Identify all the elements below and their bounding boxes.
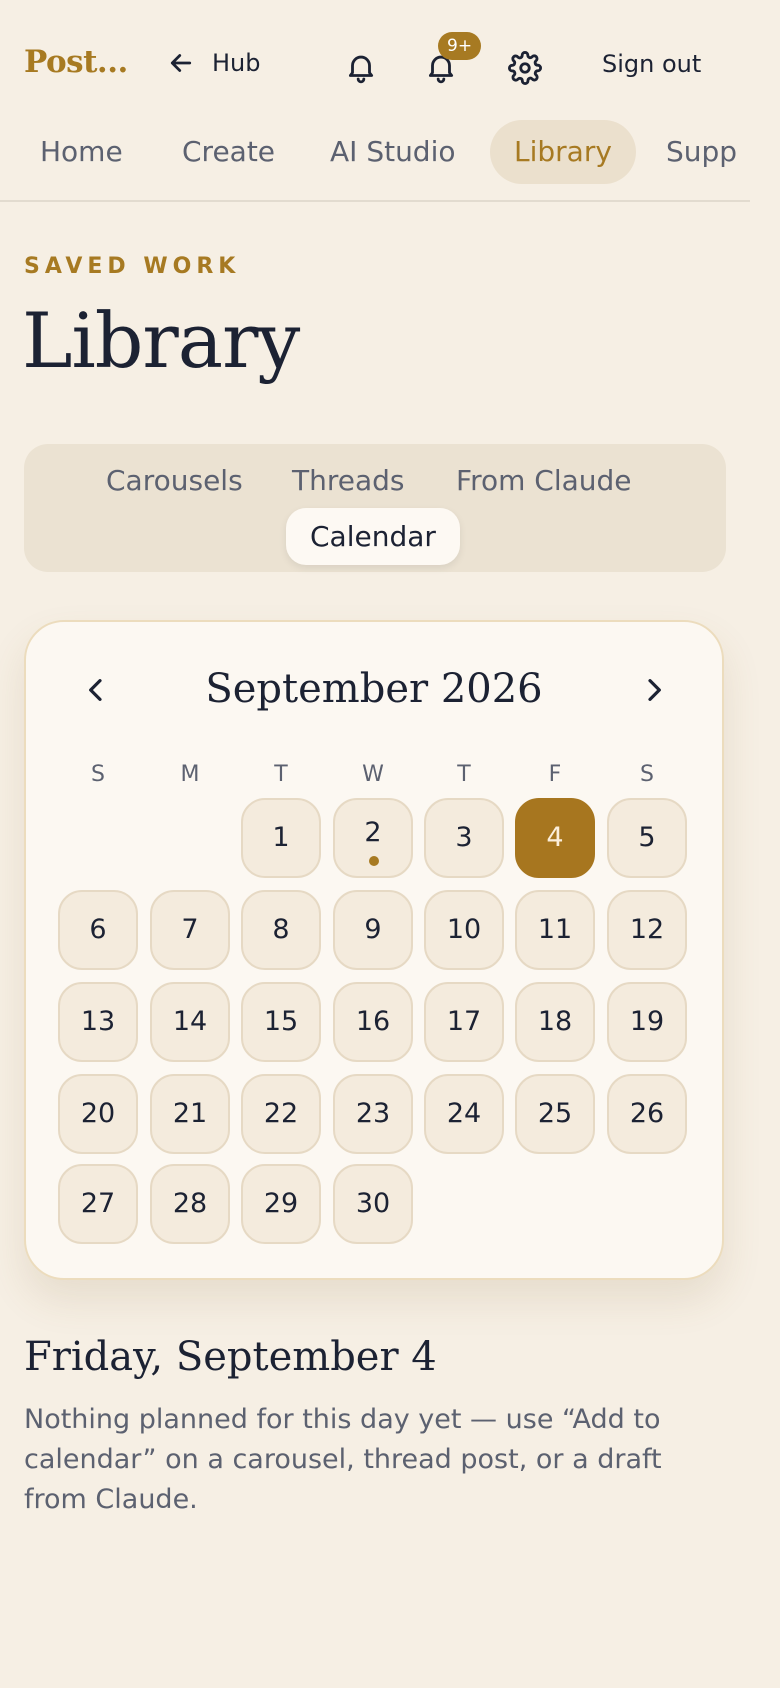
calendar-day[interactable]: 30 — [333, 1164, 413, 1244]
calendar-day[interactable]: 15 — [241, 982, 321, 1062]
calendar-day[interactable]: 9 — [333, 890, 413, 970]
calendar-day[interactable]: 1 — [241, 798, 321, 878]
library-tabs: Carousels Threads From Claude Calendar — [24, 444, 726, 572]
top-bar: Post... Hub 9+ Sign out — [0, 0, 750, 136]
day-number: 8 — [272, 914, 290, 945]
calendar-day[interactable]: 25 — [515, 1074, 595, 1154]
calendar-day[interactable]: 12 — [607, 890, 687, 970]
calendar-day[interactable]: 21 — [150, 1074, 230, 1154]
day-number: 30 — [355, 1188, 391, 1219]
page-eyebrow: SAVED WORK — [24, 254, 241, 279]
weekday-label: T — [274, 762, 288, 787]
day-number: 24 — [446, 1098, 482, 1129]
calendar-day[interactable]: 14 — [150, 982, 230, 1062]
tab-calendar[interactable]: Calendar — [286, 508, 460, 565]
page-title: Library — [22, 296, 300, 385]
day-number: 12 — [629, 914, 665, 945]
calendar-day[interactable]: 26 — [607, 1074, 687, 1154]
day-number: 21 — [172, 1098, 208, 1129]
day-number: 7 — [181, 914, 199, 945]
calendar-day[interactable]: 13 — [58, 982, 138, 1062]
day-number: 3 — [455, 822, 473, 853]
weekday-label: S — [91, 762, 105, 787]
bell-icon[interactable] — [344, 50, 378, 84]
chevron-right-icon[interactable] — [638, 674, 670, 706]
day-number: 27 — [80, 1188, 116, 1219]
day-number: 19 — [629, 1006, 665, 1037]
calendar-day[interactable]: 23 — [333, 1074, 413, 1154]
day-number: 16 — [355, 1006, 391, 1037]
tab-from-claude[interactable]: From Claude — [456, 464, 632, 497]
calendar-day[interactable]: 29 — [241, 1164, 321, 1244]
calendar-day[interactable]: 20 — [58, 1074, 138, 1154]
calendar-card: September 2026 SMTWTFS 1 2 3 4 5 6 7 8 9 10 11 12 13… — [24, 620, 724, 1280]
weekday-label: M — [180, 762, 200, 787]
calendar-day[interactable]: 17 — [424, 982, 504, 1062]
primary-nav: Home Create AI Studio Library Supp — [0, 118, 750, 202]
selected-date-title: Friday, September 4 — [24, 1334, 437, 1380]
nav-item-create[interactable]: Create — [158, 120, 299, 184]
nav-item-home[interactable]: Home — [16, 120, 147, 184]
weekday-label: F — [548, 762, 562, 787]
weekday-label: T — [457, 762, 471, 787]
calendar-day[interactable]: 28 — [150, 1164, 230, 1244]
calendar-day[interactable]: 5 — [607, 798, 687, 878]
day-number: 6 — [89, 914, 107, 945]
calendar-day[interactable]: 22 — [241, 1074, 321, 1154]
day-number: 4 — [546, 822, 564, 853]
calendar-day[interactable]: 10 — [424, 890, 504, 970]
nav-item-library[interactable]: Library — [490, 120, 636, 184]
calendar-day[interactable]: 27 — [58, 1164, 138, 1244]
day-number: 22 — [263, 1098, 299, 1129]
day-number: 18 — [537, 1006, 573, 1037]
nav-item-ai-studio[interactable]: AI Studio — [306, 120, 480, 184]
brand-logo[interactable]: Post... — [24, 44, 128, 80]
calendar-day[interactable]: 18 — [515, 982, 595, 1062]
back-to-hub-button[interactable]: Hub — [166, 48, 261, 78]
calendar-day[interactable]: 3 — [424, 798, 504, 878]
weekday-label: S — [640, 762, 654, 787]
calendar-day[interactable]: 16 — [333, 982, 413, 1062]
day-number: 17 — [446, 1006, 482, 1037]
day-number: 2 — [364, 817, 382, 848]
day-number: 10 — [446, 914, 482, 945]
day-number: 14 — [172, 1006, 208, 1037]
arrow-left-icon — [170, 54, 192, 72]
day-number: 29 — [263, 1188, 299, 1219]
day-number: 11 — [537, 914, 573, 945]
day-number: 5 — [638, 822, 656, 853]
empty-state-message: Nothing planned for this day yet — use “… — [24, 1404, 662, 1515]
tab-threads[interactable]: Threads — [292, 464, 405, 497]
calendar-day[interactable]: 7 — [150, 890, 230, 970]
notification-badge: 9+ — [438, 32, 482, 60]
day-number: 20 — [80, 1098, 116, 1129]
back-label: Hub — [212, 49, 261, 77]
sign-out-button[interactable]: Sign out — [602, 50, 701, 78]
calendar-day[interactable]: 8 — [241, 890, 321, 970]
weekday-label: W — [362, 762, 384, 787]
day-number: 26 — [629, 1098, 665, 1129]
scheduled-dot-indicator — [369, 856, 379, 866]
calendar-day[interactable]: 19 — [607, 982, 687, 1062]
day-number: 25 — [537, 1098, 573, 1129]
calendar-day[interactable]: 4 — [515, 798, 595, 878]
month-title: September 2026 — [205, 666, 543, 712]
nav-item-support[interactable]: Supp — [642, 120, 750, 184]
day-number: 15 — [263, 1006, 299, 1037]
calendar-day[interactable]: 11 — [515, 890, 595, 970]
day-number: 13 — [80, 1006, 116, 1037]
day-number: 23 — [355, 1098, 391, 1129]
day-number: 28 — [172, 1188, 208, 1219]
calendar-day[interactable]: 24 — [424, 1074, 504, 1154]
calendar-day[interactable]: 2 — [333, 798, 413, 878]
gear-icon[interactable] — [508, 51, 542, 85]
tab-carousels[interactable]: Carousels — [106, 464, 243, 497]
day-number: 9 — [364, 914, 382, 945]
calendar-day[interactable]: 6 — [58, 890, 138, 970]
day-number: 1 — [272, 822, 290, 853]
